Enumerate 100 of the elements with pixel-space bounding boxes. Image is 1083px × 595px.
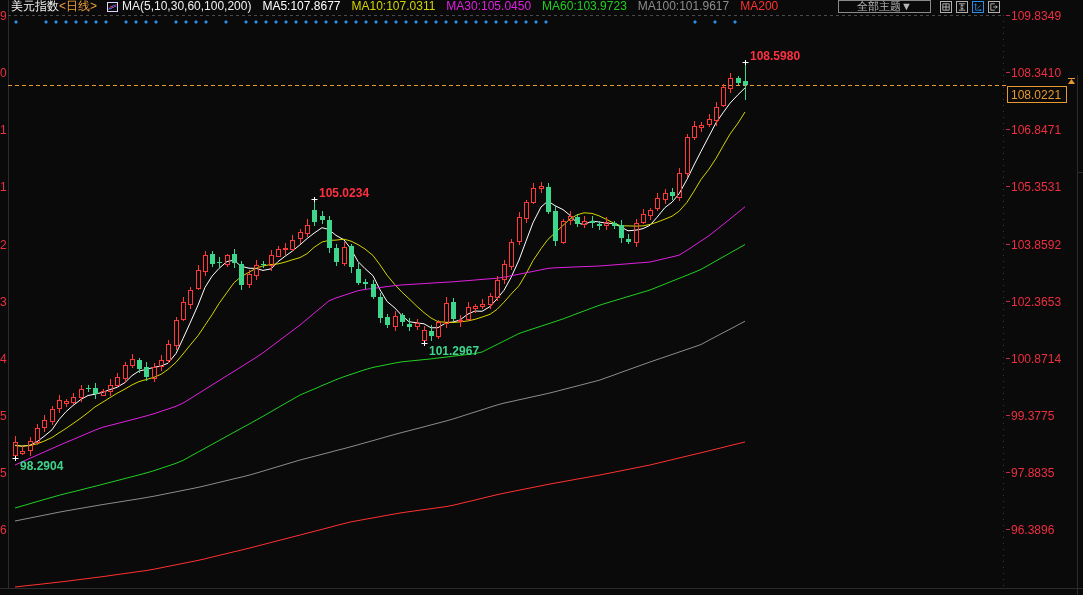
diamond-marker-icon [204,20,208,24]
diamond-marker-icon [693,20,697,24]
vertical-arrows-icon [958,2,966,11]
diamond-marker-icon [534,20,538,24]
period-label[interactable]: <日线> [59,0,97,13]
diamond-marker-icon [254,20,258,24]
diamond-marker-icon [264,20,268,24]
price-axis-label: 106.8471 [1011,122,1062,137]
moving-average-label: MA30:105.0450 [446,0,532,13]
diamond-marker-icon [334,20,338,24]
diamond-marker-icon [134,20,138,24]
diamond-marker-icon [274,20,278,24]
diamond-marker-icon [733,20,737,24]
toolbar-button[interactable] [972,0,984,13]
moving-average-label: MA5:107.8677 [262,0,341,13]
price-axis-label: 5 [0,408,7,423]
arrow-out-icon [990,2,998,11]
diamond-marker-icon [324,20,328,24]
price-axis-label: 5 [0,465,7,480]
toolbar-button[interactable] [940,0,952,13]
diamond-marker-icon [374,20,378,24]
diamond-marker-icon [484,20,488,24]
diamond-marker-icon [284,20,288,24]
diamond-marker-icon [154,20,158,24]
price-axis-label: 3 [0,294,7,309]
price-annotation: 105.0234 [319,186,370,200]
price-axis-label: 97.8835 [1011,465,1055,480]
indicator-label: MA(5,10,30,60,100,200) [122,0,252,13]
diamond-marker-icon [524,20,528,24]
theme-dropdown[interactable]: 全部主题▼ [838,0,931,13]
line-chart-icon[interactable] [107,1,118,12]
cross-marker-icon [742,59,749,66]
moving-average-label: MA60:103.9723 [542,0,627,13]
diamond-marker-icon [474,20,478,24]
price-axis-label: 103.8592 [1011,237,1062,252]
up-arrow-icon[interactable] [1068,78,1075,84]
moving-average-label: MA100:101.9617 [637,0,730,13]
diamond-marker-icon [194,20,198,24]
diamond-marker-icon [404,20,408,24]
price-axis-label: 0 [0,65,7,80]
price-axis-label: 99.3775 [1011,408,1055,423]
diamond-marker-icon [454,20,458,24]
diamond-marker-icon [44,20,48,24]
price-axis-label: 96.3896 [1011,522,1055,537]
diamond-marker-icon [514,20,518,24]
price-axis-label: 9 [0,8,7,23]
diamond-marker-icon [713,20,717,24]
diamond-marker-icon [364,20,368,24]
diamond-marker-icon [314,20,318,24]
toolbar-button[interactable] [988,0,1000,13]
price-axis-label: 1 [0,122,7,137]
price-axis-label: 100.8714 [1011,351,1062,366]
current-price-tag: 108.0221 [1007,86,1067,103]
price-axis-label: 6 [0,522,7,537]
diamond-marker-icon [94,20,98,24]
diamond-marker-icon [444,20,448,24]
toolbar-button[interactable] [956,0,968,13]
grid-icon [942,2,950,11]
price-annotation: 101.2967 [429,344,480,358]
price-axis-label: 105.3531 [1011,179,1062,194]
chart-title: 美元指数 [11,0,59,13]
diamond-marker-icon [434,20,438,24]
diamond-marker-icon [54,20,58,24]
cross-marker-icon [311,196,318,203]
price-axis-label: 109.8349 [1011,8,1062,23]
diamond-marker-icon [64,20,68,24]
diamond-marker-icon [494,20,498,24]
diamond-marker-icon [14,20,18,24]
price-axis-label: 4 [0,351,7,366]
diamond-marker-icon [354,20,358,24]
price-axis-label: 1 [0,179,7,194]
cross-marker-icon [421,340,428,347]
diamond-marker-icon [304,20,308,24]
diamond-marker-icon [384,20,388,24]
price-axis-label: 2 [0,237,7,252]
axes-icon [974,2,982,11]
diamond-marker-icon [414,20,418,24]
price-annotation: 108.5980 [750,49,801,63]
price-axis-label: 102.3653 [1011,294,1062,309]
diamond-marker-icon [144,20,148,24]
diamond-marker-icon [184,20,188,24]
moving-average-label: MA200 [740,0,779,13]
price-axis-label: 108.3410 [1011,65,1062,80]
diamond-marker-icon [424,20,428,24]
diamond-marker-icon [394,20,398,24]
moving-average-label: MA10:107.0311 [351,0,436,13]
diamond-marker-icon [504,20,508,24]
diamond-marker-icon [344,20,348,24]
diamond-marker-icon [104,20,108,24]
diamond-marker-icon [244,20,248,24]
cross-marker-icon [12,455,19,462]
diamond-marker-icon [124,20,128,24]
diamond-marker-icon [464,20,468,24]
diamond-marker-icon [544,20,548,24]
diamond-marker-icon [84,20,88,24]
diamond-marker-icon [224,20,228,24]
diamond-marker-icon [294,20,298,24]
diamond-marker-icon [174,20,178,24]
diamond-marker-icon [74,20,78,24]
price-annotation: 98.2904 [20,459,64,473]
